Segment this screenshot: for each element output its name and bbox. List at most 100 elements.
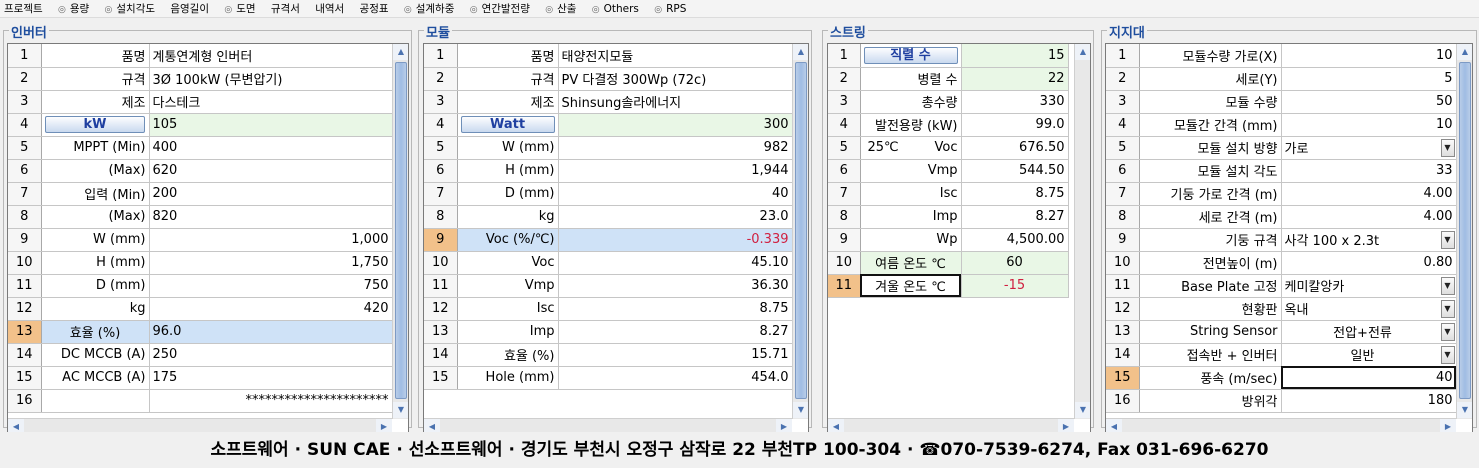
module-value-cell[interactable]: 1,944: [558, 159, 793, 183]
string-value-cell[interactable]: -15: [961, 274, 1069, 298]
inverter-value-cell[interactable]: **********************: [149, 389, 393, 413]
support-value-cell[interactable]: 5: [1281, 67, 1457, 91]
string-value-cell[interactable]: 8.75: [961, 182, 1069, 206]
inverter-value-cell[interactable]: 1,000: [149, 228, 393, 252]
string-value-cell[interactable]: 8.27: [961, 205, 1069, 229]
inverter-value-cell[interactable]: 620: [149, 159, 393, 183]
chevron-down-icon[interactable]: ▼: [1440, 300, 1455, 318]
string-value-cell[interactable]: 15: [961, 44, 1069, 68]
row-header: 15: [1106, 366, 1140, 390]
string-value-cell[interactable]: 99.0: [961, 113, 1069, 137]
support-value-cell[interactable]: 180: [1281, 389, 1457, 413]
string-sensor-select[interactable]: 전압+전류 ▼: [1281, 320, 1457, 344]
chevron-down-icon[interactable]: ▼: [1440, 231, 1455, 249]
string-value-cell[interactable]: 60: [961, 251, 1069, 275]
menu-item-project[interactable]: 프로젝트: [0, 0, 51, 17]
string-value-cell[interactable]: 330: [961, 90, 1069, 114]
string-label[interactable]: 겨울 온도 ℃: [860, 274, 962, 298]
menu-item-drawing[interactable]: 도면: [232, 0, 263, 17]
chevron-down-icon[interactable]: ▼: [1440, 323, 1455, 341]
module-value-cell[interactable]: 23.0: [558, 205, 793, 229]
inverter-value-cell[interactable]: 96.0: [149, 320, 393, 344]
scroll-thumb[interactable]: [1459, 62, 1471, 399]
inverter-value-cell[interactable]: 420: [149, 297, 393, 321]
menu-item-others[interactable]: Others: [600, 0, 647, 17]
support-value-cell[interactable]: 33: [1281, 159, 1457, 183]
inverter-value-cell[interactable]: 200: [149, 182, 393, 206]
inverter-value-cell[interactable]: 250: [149, 343, 393, 367]
module-value-cell[interactable]: 300: [558, 113, 793, 137]
inverter-value-cell[interactable]: 400: [149, 136, 393, 160]
inverter-value-cell[interactable]: 계통연계형 인버터: [149, 44, 393, 68]
string-value-cell[interactable]: 676.50: [961, 136, 1069, 160]
scroll-down-icon[interactable]: ▼: [793, 402, 808, 418]
scroll-thumb[interactable]: [795, 62, 807, 399]
module-direction-select[interactable]: 가로 ▼: [1281, 136, 1457, 160]
scroll-up-icon[interactable]: ▲: [793, 44, 808, 60]
inverter-value-cell[interactable]: 1,750: [149, 251, 393, 275]
module-value-cell[interactable]: PV 다결정 300Wp (72c): [558, 67, 793, 91]
inverter-value-cell[interactable]: 750: [149, 274, 393, 298]
menu-item-schedule[interactable]: 공정표: [356, 0, 397, 17]
vertical-scrollbar[interactable]: ▲ ▼: [1074, 44, 1090, 419]
row-header: 3: [424, 90, 458, 114]
vertical-scrollbar[interactable]: ▲ ▼: [392, 44, 408, 419]
inverter-value-cell[interactable]: 175: [149, 366, 393, 390]
vertical-scrollbar[interactable]: ▲ ▼: [1456, 44, 1472, 419]
scroll-up-icon[interactable]: ▲: [1075, 44, 1090, 60]
menu-item-design-load[interactable]: 설계하중: [412, 0, 463, 17]
menu-item-capacity[interactable]: 용량: [66, 0, 97, 17]
string-value-cell[interactable]: 544.50: [961, 159, 1069, 183]
inverter-value-cell[interactable]: 105: [149, 113, 393, 137]
menu-item-bill[interactable]: 내역서: [311, 0, 352, 17]
scroll-up-icon[interactable]: ▲: [393, 44, 408, 60]
module-value-cell[interactable]: 8.27: [558, 320, 793, 344]
menu-item-shadow-length[interactable]: 음영길이: [166, 0, 217, 17]
module-value-cell[interactable]: -0.339: [558, 228, 793, 252]
vertical-scrollbar[interactable]: ▲ ▼: [792, 44, 808, 419]
column-spec-select[interactable]: 사각 100 x 2.3t ▼: [1281, 228, 1457, 252]
support-value-cell[interactable]: 0.80: [1281, 251, 1457, 275]
chevron-down-icon[interactable]: ▼: [1440, 277, 1455, 295]
support-value-cell[interactable]: 10: [1281, 44, 1457, 68]
scroll-down-icon[interactable]: ▼: [393, 402, 408, 418]
support-value-cell[interactable]: 4.00: [1281, 182, 1457, 206]
support-value-cell[interactable]: 4.00: [1281, 205, 1457, 229]
chevron-down-icon[interactable]: ▼: [1440, 346, 1455, 364]
inverter-value-cell[interactable]: 3Ø 100kW (무변압기): [149, 67, 393, 91]
menu-item-install-angle[interactable]: 설치각도: [112, 0, 163, 17]
inverter-value-cell[interactable]: 다스테크: [149, 90, 393, 114]
module-value-cell[interactable]: 태양전지모듈: [558, 44, 793, 68]
module-value-cell[interactable]: 40: [558, 182, 793, 206]
menu-item-calculation[interactable]: 산출: [553, 0, 584, 17]
module-value-cell[interactable]: 8.75: [558, 297, 793, 321]
scroll-down-icon[interactable]: ▼: [1075, 402, 1090, 418]
support-value-cell[interactable]: 50: [1281, 90, 1457, 114]
wind-speed-input[interactable]: 40: [1281, 366, 1457, 390]
menu-item-annual-generation[interactable]: 연간발전량: [478, 0, 538, 17]
junction-box-select[interactable]: 일반 ▼: [1281, 343, 1457, 367]
string-value-cell[interactable]: 22: [961, 67, 1069, 91]
row-header: 12: [424, 297, 458, 321]
scroll-up-icon[interactable]: ▲: [1457, 44, 1472, 60]
base-plate-select[interactable]: 케미칼앙카 ▼: [1281, 274, 1457, 298]
scroll-down-icon[interactable]: ▼: [1457, 402, 1472, 418]
select-value: 옥내: [1284, 303, 1309, 318]
series-count-button[interactable]: 직렬 수: [863, 46, 958, 64]
chevron-down-icon[interactable]: ▼: [1440, 139, 1455, 157]
module-value-cell[interactable]: 982: [558, 136, 793, 160]
module-value-cell[interactable]: Shinsung솔라에너지: [558, 90, 793, 114]
module-value-cell[interactable]: 454.0: [558, 366, 793, 390]
kw-button[interactable]: kW: [45, 116, 145, 133]
module-value-cell[interactable]: 45.10: [558, 251, 793, 275]
inverter-value-cell[interactable]: 820: [149, 205, 393, 229]
status-board-select[interactable]: 옥내 ▼: [1281, 297, 1457, 321]
scroll-thumb[interactable]: [395, 62, 407, 399]
watt-button[interactable]: Watt: [460, 116, 555, 133]
module-value-cell[interactable]: 36.30: [558, 274, 793, 298]
module-value-cell[interactable]: 15.71: [558, 343, 793, 367]
menu-item-rps[interactable]: RPS: [662, 0, 694, 17]
support-value-cell[interactable]: 10: [1281, 113, 1457, 137]
menu-item-spec[interactable]: 규격서: [267, 0, 308, 17]
string-value-cell[interactable]: 4,500.00: [961, 228, 1069, 252]
